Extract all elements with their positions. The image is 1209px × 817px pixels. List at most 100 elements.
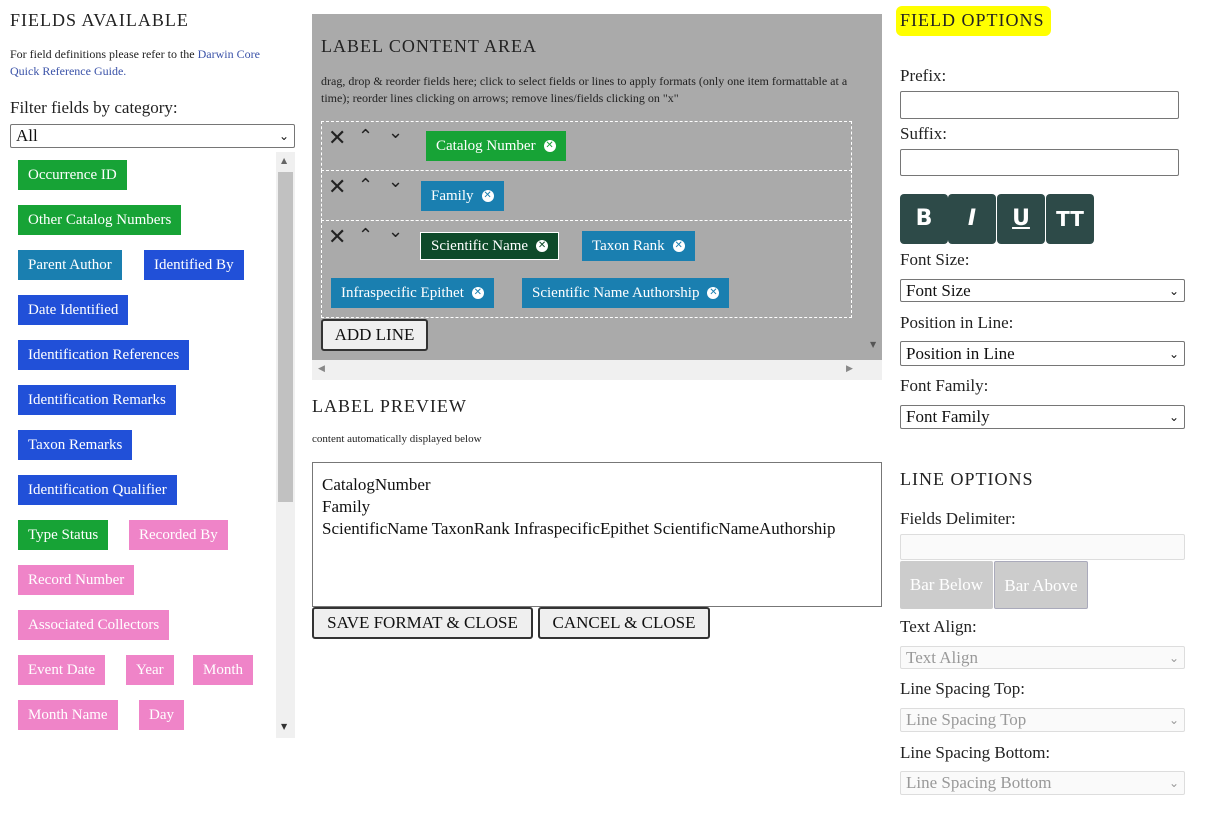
fields-available-title: FIELDS AVAILABLE	[10, 10, 189, 30]
field-chip-recorded-by[interactable]: Recorded By	[129, 520, 228, 550]
position-value: Position in Line	[906, 343, 1015, 363]
delimiter-input[interactable]	[900, 534, 1185, 560]
bar-below-button[interactable]: Bar Below	[900, 561, 993, 609]
field-chip-type-status[interactable]: Type Status	[18, 520, 109, 550]
chevron-down-icon: ⌄	[1168, 410, 1179, 424]
prefix-label: Prefix:	[900, 66, 947, 85]
line-field-chip[interactable]: Scientific Name Authorship ✕	[522, 278, 730, 308]
bar-above-button[interactable]: Bar Above	[994, 561, 1088, 609]
scrollbar-thumb[interactable]	[278, 172, 293, 502]
line-field-chip[interactable]: Infraspecific Epithet ✕	[331, 278, 494, 308]
chevron-down-icon: ⌄	[1168, 776, 1179, 790]
field-chip-year[interactable]: Year	[126, 655, 174, 685]
remove-field-icon[interactable]: ✕	[481, 190, 494, 202]
chevron-down-icon: ⌄	[1168, 346, 1179, 361]
label-preview-subtitle: content automatically displayed below	[312, 433, 482, 445]
font-family-label: Font Family:	[900, 376, 989, 395]
label-line-3[interactable]: ✕ ⌃ ⌄ Scientific Name ✕ Taxon Rank ✕ Infra…	[321, 220, 852, 318]
text-align-select[interactable]: Text Align ⌄	[900, 646, 1185, 669]
line-field-label: Taxon Rank	[592, 238, 665, 254]
field-chip-other-catalog-numbers[interactable]: Other Catalog Numbers	[18, 205, 182, 235]
line-field-chip-selected[interactable]: Scientific Name ✕	[420, 232, 560, 260]
suffix-label: Suffix:	[900, 124, 947, 143]
field-chip-event-date[interactable]: Event Date	[18, 655, 106, 685]
spacing-bottom-select[interactable]: Line Spacing Bottom ⌄	[900, 771, 1185, 795]
field-chip-record-number[interactable]: Record Number	[18, 565, 135, 595]
font-family-select[interactable]: Font Family ⌄	[900, 405, 1185, 429]
field-chip-day[interactable]: Day	[139, 700, 184, 730]
line-field-chip[interactable]: Family ✕	[421, 181, 504, 211]
category-filter-select[interactable]: All ⌄	[10, 124, 295, 148]
line-field-label: Infraspecific Epithet	[341, 285, 464, 301]
field-chip-identification-remarks[interactable]: Identification Remarks	[18, 385, 176, 415]
scroll-down-icon[interactable]: ▼	[870, 340, 876, 349]
scroll-left-icon[interactable]: ◀	[318, 364, 325, 374]
remove-line-icon[interactable]: ✕	[328, 225, 346, 250]
chevron-down-icon: ⌄	[1168, 650, 1179, 665]
add-line-button[interactable]: ADD LINE	[321, 319, 428, 351]
label-line-2[interactable]: ✕ ⌃ ⌄ Family ✕	[321, 170, 852, 221]
field-chip-month[interactable]: Month	[193, 655, 254, 685]
preview-line: CatalogNumber	[322, 475, 431, 494]
remove-field-icon[interactable]: ✕	[672, 240, 685, 252]
remove-field-icon[interactable]: ✕	[707, 287, 720, 299]
content-area-vscrollbar[interactable]: ▼	[866, 14, 882, 360]
label-content-area: LABEL CONTENT AREA drag, drop & reorder …	[312, 14, 882, 380]
underline-button[interactable]: U	[997, 194, 1045, 244]
field-chip-date-identified[interactable]: Date Identified	[18, 295, 129, 325]
content-area-hscrollbar[interactable]: ◀ ▶	[312, 360, 882, 380]
cancel-button[interactable]: CANCEL & CLOSE	[538, 607, 710, 639]
field-chip-month-name[interactable]: Month Name	[18, 700, 118, 730]
remove-field-icon[interactable]: ✕	[471, 287, 484, 299]
remove-line-icon[interactable]: ✕	[328, 175, 346, 200]
field-chip-associated-collectors[interactable]: Associated Collectors	[18, 610, 170, 640]
move-down-icon[interactable]: ⌄	[388, 122, 403, 143]
line-field-label: Family	[431, 188, 474, 204]
remove-field-icon[interactable]: ✕	[543, 140, 556, 152]
prefix-input[interactable]	[900, 91, 1179, 119]
spacing-top-value: Line Spacing Top	[906, 710, 1027, 729]
font-size-label: Font Size:	[900, 250, 970, 269]
font-size-value: Font Size	[906, 280, 971, 300]
field-chip-identification-qualifier[interactable]: Identification Qualifier	[18, 475, 177, 505]
scroll-right-icon[interactable]: ▶	[846, 364, 853, 374]
position-label: Position in Line:	[900, 313, 1014, 332]
line-field-chip[interactable]: Catalog Number ✕	[426, 131, 566, 161]
label-preview-title: LABEL PREVIEW	[312, 396, 467, 416]
field-options-title: FIELD OPTIONS	[900, 10, 1045, 30]
uppercase-button[interactable]: TT	[1046, 194, 1094, 244]
position-select[interactable]: Position in Line ⌄	[900, 341, 1185, 366]
spacing-top-select[interactable]: Line Spacing Top ⌄	[900, 708, 1185, 732]
field-chip-identified-by[interactable]: Identified By	[144, 250, 244, 280]
chevron-down-icon: ⌄	[278, 129, 289, 143]
suffix-input[interactable]	[900, 149, 1179, 176]
spacing-bottom-label: Line Spacing Bottom:	[900, 743, 1051, 762]
save-format-button[interactable]: SAVE FORMAT & CLOSE	[312, 607, 533, 639]
scroll-down-icon[interactable]: ▼	[281, 722, 287, 731]
move-down-icon[interactable]: ⌄	[388, 171, 403, 192]
label-line-1[interactable]: ✕ ⌃ ⌄ Catalog Number ✕	[321, 121, 852, 171]
field-chip-parent-author[interactable]: Parent Author	[18, 250, 122, 280]
move-up-icon[interactable]: ⌃	[358, 175, 373, 196]
line-field-chip[interactable]: Taxon Rank ✕	[582, 231, 695, 261]
text-align-label: Text Align:	[900, 617, 977, 636]
help-prefix: For field definitions please refer to th…	[10, 47, 195, 61]
line-field-label: Catalog Number	[436, 138, 536, 154]
remove-line-icon[interactable]: ✕	[328, 126, 346, 151]
font-family-value: Font Family	[906, 407, 990, 426]
field-chip-occurrence-id[interactable]: Occurrence ID	[18, 160, 127, 190]
bold-button[interactable]: B	[900, 194, 948, 244]
font-size-select[interactable]: Font Size ⌄	[900, 279, 1185, 302]
move-up-icon[interactable]: ⌃	[358, 225, 373, 246]
move-up-icon[interactable]: ⌃	[358, 126, 373, 147]
delimiter-label: Fields Delimiter:	[900, 509, 1016, 528]
move-down-icon[interactable]: ⌄	[388, 221, 403, 242]
scroll-up-icon[interactable]: ▲	[281, 156, 287, 165]
label-preview-box: CatalogNumber Family ScientificName Taxo…	[312, 462, 882, 607]
field-chip-taxon-remarks[interactable]: Taxon Remarks	[18, 430, 133, 460]
line-field-label: Scientific Name	[431, 238, 529, 254]
field-chip-identification-references[interactable]: Identification References	[18, 340, 190, 370]
remove-field-icon[interactable]: ✕	[536, 240, 549, 252]
field-list-scrollbar[interactable]: ▲ ▼	[276, 152, 295, 738]
italic-button[interactable]: I	[948, 194, 996, 244]
